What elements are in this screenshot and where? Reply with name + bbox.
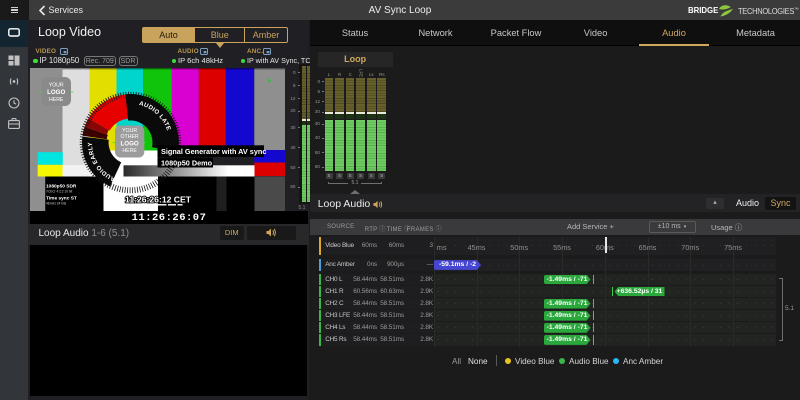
svg-text:OTHER: OTHER [120, 134, 138, 140]
svg-text:LOGO: LOGO [47, 89, 65, 96]
svg-text:Signal Generator with AV sync: Signal Generator with AV sync [161, 146, 266, 155]
svg-text:HERE: HERE [48, 97, 63, 103]
svg-text:LOGO: LOGO [120, 140, 138, 147]
svg-text:YOUR: YOUR [48, 82, 63, 88]
svg-text:11:26:26:12 CET: 11:26:26:12 CET [125, 194, 192, 204]
svg-text:48 kHz 24 bits: 48 kHz 24 bits [46, 201, 67, 205]
svg-text:YCbCr 4:2:2 10 bit: YCbCr 4:2:2 10 bit [46, 189, 72, 193]
svg-text:1080p50 Demo: 1080p50 Demo [161, 158, 213, 167]
svg-text:HERE: HERE [122, 148, 137, 154]
